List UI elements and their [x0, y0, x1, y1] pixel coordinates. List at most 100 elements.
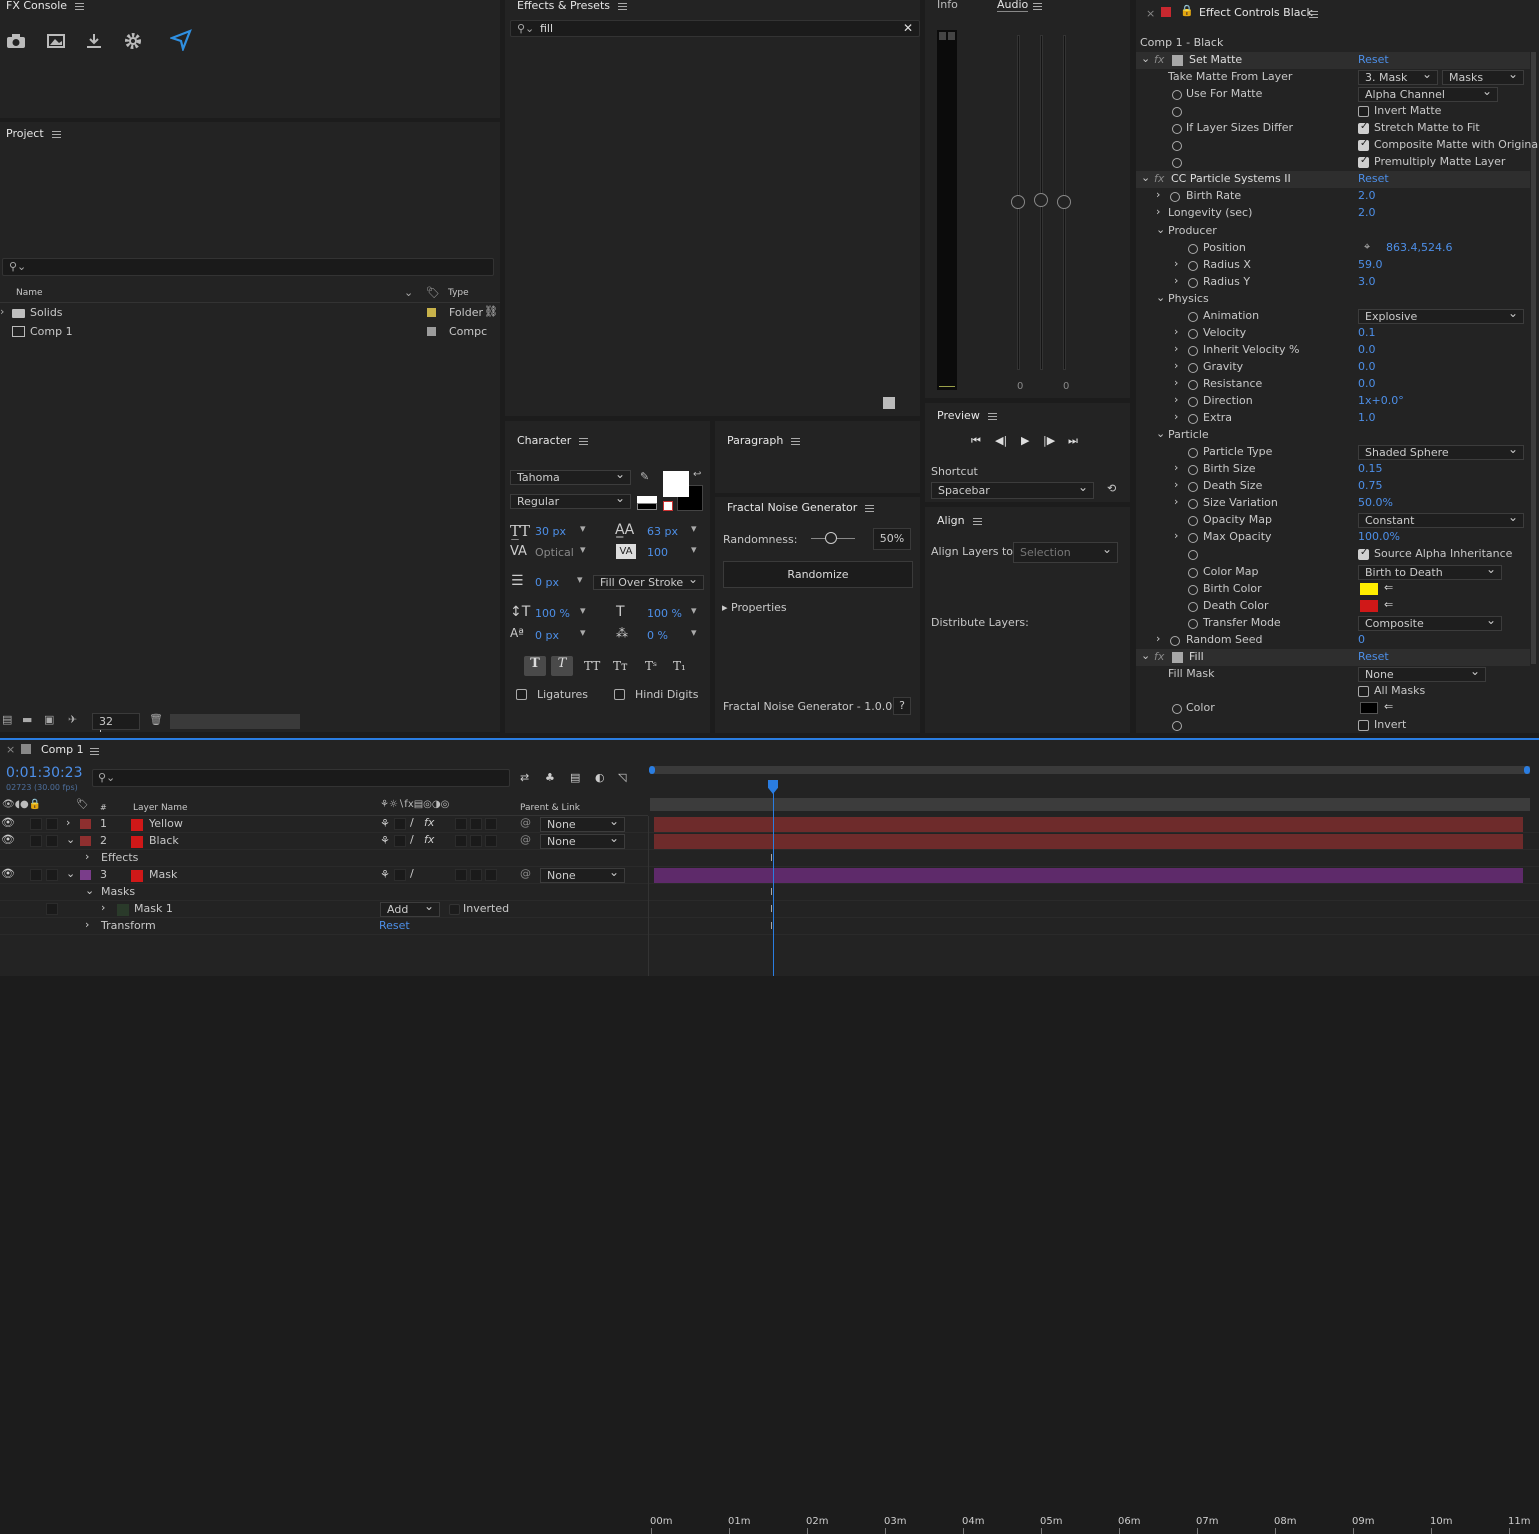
property-dropdown[interactable]: Explosive	[1358, 308, 1524, 324]
help-button[interactable]: ?	[893, 697, 911, 715]
parent-dropdown[interactable]: None	[540, 834, 625, 849]
chevron-right-icon[interactable]: ›	[101, 901, 105, 914]
motion-blur-icon[interactable]: ◐	[595, 771, 605, 784]
shy-switch-icon[interactable]: ⚘	[380, 817, 390, 830]
quality-switch-icon[interactable]: /	[410, 833, 414, 846]
graph-editor-icon[interactable]: ◹	[618, 771, 626, 784]
composition-mini-flowchart-icon[interactable]: ⇄	[520, 771, 529, 784]
tsume-dropdown-icon[interactable]: ▾	[691, 626, 697, 639]
panel-menu-icon[interactable]	[618, 2, 627, 10]
property-value[interactable]: 0.1	[1358, 326, 1376, 339]
switch[interactable]	[485, 835, 497, 847]
stopwatch-icon[interactable]	[1172, 124, 1182, 135]
font-style-dropdown[interactable]: Regular	[510, 494, 631, 509]
stopwatch-icon[interactable]	[1188, 328, 1198, 339]
tracking-dropdown-icon[interactable]: ▾	[691, 543, 697, 556]
switch[interactable]	[394, 869, 406, 881]
playhead-line[interactable]	[773, 780, 774, 976]
chevron-right-icon[interactable]: ›	[1174, 325, 1178, 338]
hindi-digits-checkbox[interactable]	[614, 689, 625, 700]
stopwatch-icon[interactable]	[1188, 533, 1198, 544]
solo-switch[interactable]	[30, 835, 42, 847]
eyedropper-icon[interactable]: ⇐	[1384, 700, 1393, 713]
chevron-right-icon[interactable]: ›	[1156, 205, 1160, 218]
visibility-eye-icon[interactable]: 👁	[1, 816, 15, 829]
property-checkbox[interactable]	[1358, 106, 1369, 118]
horizontal-scale-value[interactable]: 100 %	[647, 607, 682, 620]
stopwatch-icon[interactable]	[1188, 567, 1198, 578]
layer-name[interactable]: Mask	[149, 868, 177, 881]
no-fill-swatch[interactable]	[663, 501, 673, 511]
faux-bold-button[interactable]: T	[524, 656, 546, 676]
layer-duration-bar[interactable]	[654, 817, 1523, 832]
randomize-button[interactable]: Randomize	[723, 561, 913, 588]
reset-link[interactable]: Reset	[1358, 172, 1389, 185]
horizontal-scale-dropdown-icon[interactable]: ▾	[691, 604, 697, 617]
layer-label-color[interactable]	[80, 870, 91, 880]
center-slider-knob[interactable]	[1034, 193, 1048, 207]
stopwatch-icon[interactable]	[1170, 192, 1180, 203]
color-swatch[interactable]	[1360, 599, 1378, 612]
image-icon[interactable]	[46, 33, 66, 49]
reset-link[interactable]: Reset	[1358, 650, 1389, 663]
stroke-width-dropdown-icon[interactable]: ▾	[577, 573, 583, 586]
fx-switch-icon[interactable]: fx	[424, 833, 434, 846]
leading-dropdown-icon[interactable]: ▾	[691, 522, 697, 535]
stopwatch-icon[interactable]	[1172, 90, 1182, 101]
panel-menu-icon[interactable]	[579, 437, 589, 445]
col-layer-name[interactable]: Layer Name	[133, 803, 188, 813]
chevron-right-icon[interactable]: ›	[1174, 529, 1178, 542]
font-size-dropdown-icon[interactable]: ▾	[580, 522, 586, 535]
panel-menu-icon[interactable]	[791, 437, 801, 445]
small-caps-button[interactable]: Tт	[613, 659, 628, 673]
col-name[interactable]: Name	[16, 288, 43, 298]
mask-color-swatch[interactable]	[117, 904, 129, 916]
next-frame-icon[interactable]: |▶	[1043, 434, 1055, 447]
property-value[interactable]: 100.0%	[1358, 530, 1400, 543]
switch[interactable]	[485, 869, 497, 881]
chevron-right-icon[interactable]: ›	[1174, 478, 1178, 491]
solo-switch[interactable]	[30, 869, 42, 881]
chevron-down-icon[interactable]: ⌄	[1141, 171, 1150, 184]
switch[interactable]	[485, 818, 497, 830]
font-family-dropdown[interactable]: Tahoma	[510, 470, 631, 485]
kerning-dropdown-icon[interactable]: ▾	[580, 543, 586, 556]
last-frame-icon[interactable]: ⏭	[1068, 434, 1078, 448]
property-value[interactable]: 0	[1358, 633, 1365, 646]
parent-pickwhip-icon[interactable]: @	[520, 867, 531, 880]
table-row[interactable]: 👁 › 1 Yellow ⚘ / fx @ None	[0, 816, 1539, 833]
chevron-right-icon[interactable]: ›	[1156, 632, 1160, 645]
current-timecode[interactable]: 0:01:30:23	[6, 765, 83, 781]
stopwatch-icon[interactable]	[1188, 499, 1198, 510]
stroke-mode-dropdown[interactable]: Fill Over Stroke	[593, 575, 704, 590]
switch[interactable]	[455, 869, 467, 881]
property-value[interactable]: 0.0	[1358, 360, 1376, 373]
expand-chevron-icon[interactable]: ⌄	[66, 867, 75, 880]
font-size-value[interactable]: 30 px	[535, 525, 566, 538]
fx-toggle-icon[interactable]: fx	[1154, 650, 1164, 663]
camera-icon[interactable]	[6, 33, 26, 49]
stopwatch-icon[interactable]	[1172, 141, 1182, 152]
project-item[interactable]: Comp 1 Compc	[0, 323, 500, 341]
randomness-slider-knob[interactable]	[825, 532, 837, 544]
close-tab-icon[interactable]: ×	[6, 743, 15, 756]
panel-menu-icon[interactable]	[972, 517, 982, 525]
download-icon[interactable]	[85, 32, 103, 50]
parent-dropdown[interactable]: None	[540, 868, 625, 883]
inverted-checkbox[interactable]	[449, 904, 460, 915]
sort-chevron-icon[interactable]: ⌄	[404, 286, 413, 299]
vertical-scale-dropdown-icon[interactable]: ▾	[580, 604, 586, 617]
expand-chevron-icon[interactable]: ⌄	[66, 833, 75, 846]
property-dropdown[interactable]: Birth to Death	[1358, 564, 1502, 580]
layer-label-color[interactable]	[80, 836, 91, 846]
chevron-down-icon[interactable]: ⌄	[85, 884, 94, 897]
property-dropdown[interactable]: Shaded Sphere	[1358, 445, 1524, 461]
stopwatch-icon[interactable]	[1188, 601, 1198, 612]
close-tab-icon[interactable]: ×	[1146, 7, 1155, 20]
chevron-right-icon[interactable]: ›	[85, 918, 89, 931]
property-value[interactable]: 863.4,524.6	[1386, 241, 1452, 254]
quality-switch-icon[interactable]: /	[410, 867, 414, 880]
faux-italic-button[interactable]: T	[551, 656, 573, 676]
project-search-input[interactable]: ⚲⌄	[2, 258, 494, 276]
fx-console-logo-icon[interactable]	[168, 29, 192, 53]
